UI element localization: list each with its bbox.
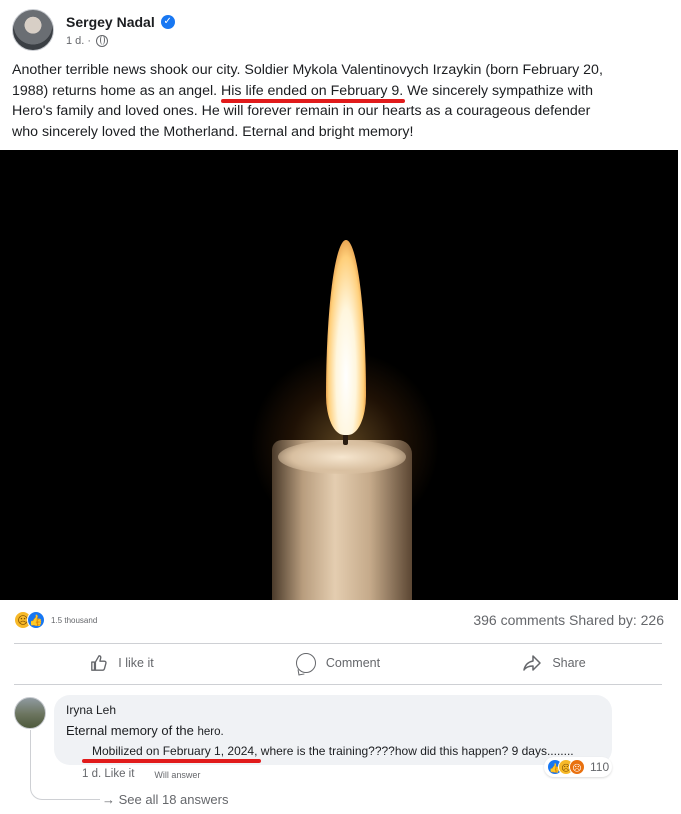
like-button[interactable]: I like it <box>14 645 230 681</box>
share-icon <box>523 655 542 671</box>
post-photo-candle[interactable] <box>0 150 678 600</box>
like-reaction-icon[interactable]: 👍 <box>27 611 45 629</box>
comment-line-1: Eternal memory of the hero. <box>66 723 600 738</box>
commenter-avatar[interactable] <box>14 697 46 729</box>
comment-label: Comment <box>325 656 381 670</box>
share-button[interactable]: Share <box>446 645 662 681</box>
comment-text-rest: where is the training????how did this ha… <box>257 744 574 758</box>
comment-button[interactable]: Comment <box>230 645 446 681</box>
author-row: Sergey Nadal ✓ <box>66 14 175 30</box>
post-header: Sergey Nadal ✓ 1 d. · <box>12 8 175 52</box>
comment-reactions-count: 110 <box>590 760 610 774</box>
candle-top <box>278 440 406 474</box>
divider-bottom <box>14 684 662 685</box>
comment-text-main: Eternal memory of the <box>66 723 194 738</box>
reply-button[interactable]: Will answer <box>154 770 200 780</box>
angry-reaction-icon: ☹ <box>569 759 585 775</box>
author-name[interactable]: Sergey Nadal <box>66 14 155 30</box>
post-stats: ☹ 👍 1.5 thousand 396 comments Shared by:… <box>14 609 664 631</box>
thumbs-up-icon <box>91 655 107 671</box>
candle-flame <box>326 240 366 435</box>
post-time[interactable]: 1 d. · <box>66 35 91 47</box>
comment-reactions[interactable]: 👍 ☹ ☹ 110 <box>544 757 613 777</box>
share-label: Share <box>552 656 586 670</box>
like-label: I like it <box>118 656 154 670</box>
comments-shares-count[interactable]: 396 comments Shared by: 226 <box>473 612 664 628</box>
comment-icon <box>295 653 316 673</box>
comment-highlight: Mobilized on February 1, 2024, <box>92 744 258 758</box>
post-meta: 1 d. · <box>66 34 175 47</box>
author-block: Sergey Nadal ✓ 1 d. · <box>66 14 175 47</box>
see-all-answers-link[interactable]: → See all 18 answers <box>102 792 228 807</box>
post-text-highlight: His life ended on February 9. <box>221 82 404 99</box>
comment-text-small: hero. <box>197 726 224 738</box>
commenter-name[interactable]: Iryna Leh <box>66 703 600 717</box>
comment-meta: 1 d. Like it Will answer <box>82 768 200 780</box>
author-avatar[interactable] <box>12 9 54 51</box>
reactions-count[interactable]: 1.5 thousand <box>51 616 97 625</box>
post-actions: I like it Comment Share <box>14 645 662 681</box>
verified-badge-icon: ✓ <box>160 14 175 29</box>
comment-time-like[interactable]: 1 d. Like it <box>82 768 134 780</box>
globe-icon <box>96 34 109 47</box>
comment-bubble: Iryna Leh Eternal memory of the hero. Mo… <box>54 695 612 765</box>
post-text: Another terrible news shook our city. So… <box>12 60 612 142</box>
comment-line-2: Mobilized on February 1, 2024, where is … <box>92 744 600 758</box>
divider-top <box>14 643 662 644</box>
